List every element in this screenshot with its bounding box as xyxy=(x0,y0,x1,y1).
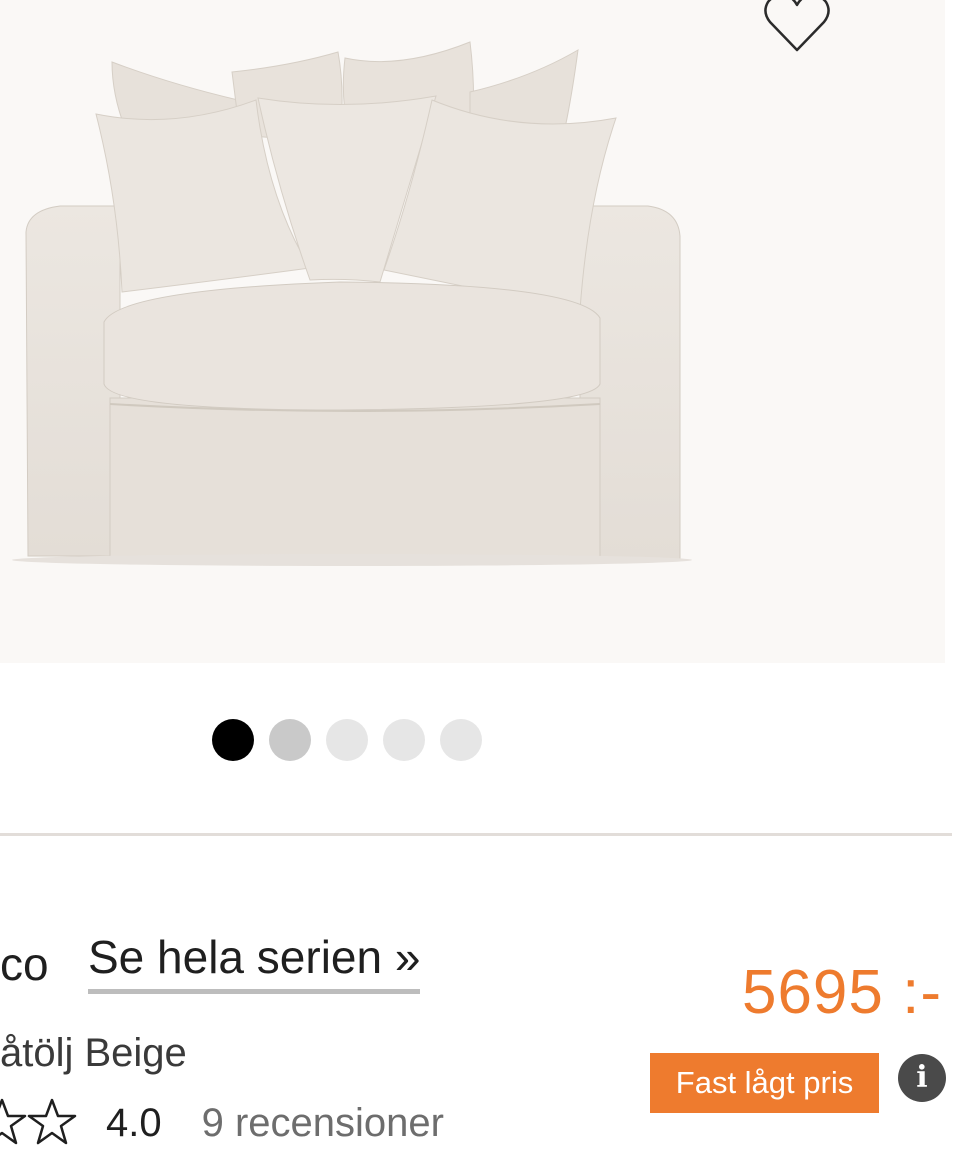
reviews-link[interactable]: 9 recensioner xyxy=(202,1098,444,1148)
info-icon[interactable]: i xyxy=(898,1054,946,1102)
rating-row: 4.0 9 recensioner xyxy=(0,1098,444,1158)
gallery-dot-3[interactable] xyxy=(326,719,368,761)
gallery-dot-2[interactable] xyxy=(269,719,311,761)
gallery-dot-1[interactable] xyxy=(212,719,254,761)
star-outline-icon xyxy=(0,1098,77,1145)
heart-outline-icon xyxy=(764,0,830,52)
gallery-dot-4[interactable] xyxy=(383,719,425,761)
brand-name: co xyxy=(0,938,49,990)
armchair-image xyxy=(12,41,692,566)
info-glyph: i xyxy=(916,1060,928,1095)
gallery-dot-5[interactable] xyxy=(440,719,482,761)
favorite-button[interactable] xyxy=(760,0,834,58)
fixed-low-price-badge: Fast lågt pris xyxy=(650,1053,879,1113)
gallery-pagination xyxy=(212,719,482,761)
rating-value: 4.0 xyxy=(106,1101,162,1145)
product-title: åtölj Beige xyxy=(0,1031,187,1075)
product-price: 5695 :- xyxy=(741,958,942,1027)
product-image-gallery[interactable] xyxy=(0,0,945,663)
section-divider xyxy=(0,833,952,836)
see-full-series-link[interactable]: Se hela serien » xyxy=(88,929,421,994)
